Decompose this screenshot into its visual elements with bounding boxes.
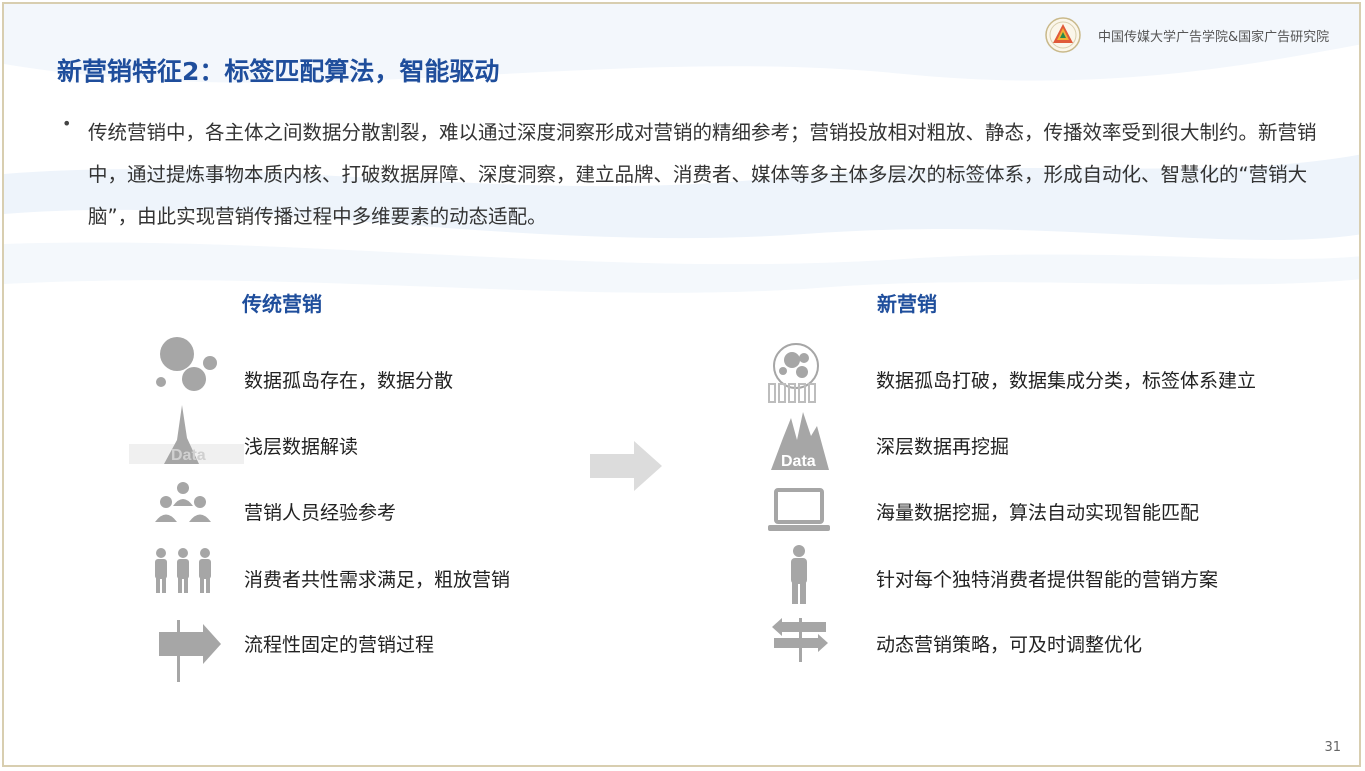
intro-paragraph: 传统营销中，各主体之间数据分散割裂，难以通过深度洞察形成对营销的精细参考；营销投… bbox=[88, 121, 1317, 228]
slide: 中国传媒大学广告学院&国家广告研究院 新营销特征2：标签匹配算法，智能驱动 • … bbox=[2, 2, 1361, 767]
deep-data-mountain-icon: Data bbox=[771, 412, 829, 470]
page-title: 新营销特征2：标签匹配算法，智能驱动 bbox=[57, 57, 500, 86]
new-item-3: 海量数据挖掘，算法自动实现智能匹配 bbox=[876, 502, 1200, 524]
page-number: 31 bbox=[1324, 740, 1341, 755]
new-marketing-heading: 新营销 bbox=[877, 292, 937, 316]
data-icon-label: Data bbox=[781, 453, 816, 470]
new-item-2: 深层数据再挖掘 bbox=[876, 436, 1010, 458]
data-icon-label: Data bbox=[171, 447, 206, 464]
new-item-5: 动态营销策略，可及时调整优化 bbox=[876, 634, 1143, 656]
new-item-1: 数据孤岛打破，数据集成分类，标签体系建立 bbox=[876, 370, 1257, 392]
bullet-marker: • bbox=[62, 114, 72, 133]
traditional-item-2: 浅层数据解读 bbox=[244, 436, 359, 458]
new-item-4: 针对每个独特消费者提供智能的营销方案 bbox=[876, 569, 1219, 591]
university-logo bbox=[1045, 17, 1081, 53]
shallow-data-mountain-icon: Data bbox=[129, 405, 244, 464]
two-way-signpost-icon bbox=[772, 618, 828, 662]
three-persons-icon bbox=[155, 548, 211, 593]
people-group-icon bbox=[155, 482, 211, 522]
traditional-item-1: 数据孤岛存在，数据分散 bbox=[244, 370, 454, 392]
traditional-item-4: 消费者共性需求满足，粗放营销 bbox=[244, 569, 511, 591]
traditional-heading: 传统营销 bbox=[242, 292, 322, 316]
traditional-item-5: 流程性固定的营销过程 bbox=[244, 634, 435, 656]
laptop-icon bbox=[768, 488, 830, 531]
one-way-signpost-icon bbox=[159, 620, 221, 682]
scattered-circles-icon bbox=[156, 337, 217, 391]
organization-name: 中国传媒大学广告学院&国家广告研究院 bbox=[1098, 30, 1330, 45]
integrated-circles-icon bbox=[768, 343, 819, 403]
traditional-item-3: 营销人员经验参考 bbox=[244, 502, 397, 524]
single-person-icon bbox=[791, 545, 807, 604]
transition-arrow-icon bbox=[590, 441, 662, 491]
